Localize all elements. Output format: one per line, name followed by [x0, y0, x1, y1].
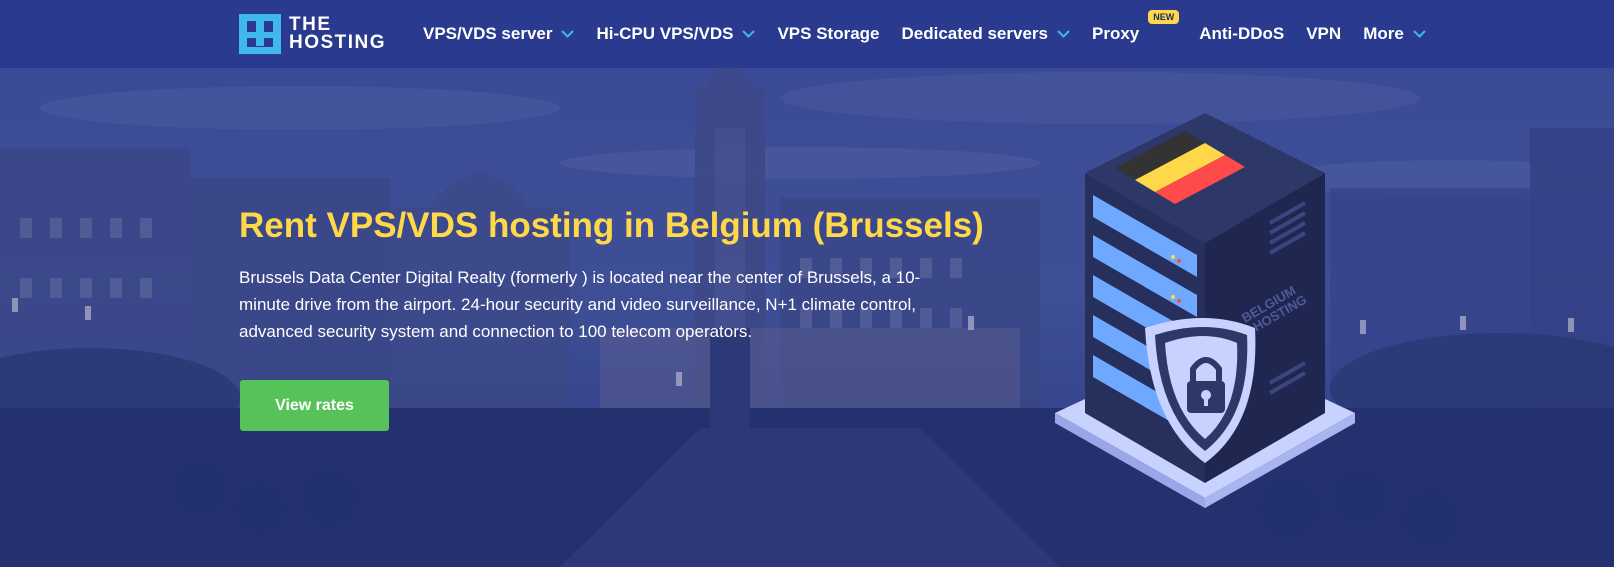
- hero-title: Rent VPS/VDS hosting in Belgium (Brussel…: [239, 206, 984, 245]
- menu-item-proxy[interactable]: Proxy NEW: [1091, 10, 1180, 44]
- chevron-down-icon: [561, 30, 575, 38]
- chevron-down-icon: [1057, 30, 1070, 38]
- menu-label: VPS/VDS server: [423, 24, 553, 43]
- menu-label: Hi-CPU VPS/VDS: [596, 24, 734, 43]
- new-badge: NEW: [1148, 10, 1180, 24]
- menu-item-anti-ddos[interactable]: Anti-DDoS: [1199, 24, 1284, 44]
- main-menu: VPS/VDS server Hi-CPU VPS/VDS VPS Storag…: [423, 0, 1448, 68]
- menu-item-dedicated-servers[interactable]: Dedicated servers: [902, 24, 1070, 44]
- hero-section: Rent VPS/VDS hosting in Belgium (Brussel…: [0, 68, 1614, 567]
- menu-item-vpn[interactable]: VPN: [1306, 24, 1341, 44]
- menu-item-hi-cpu-vps-vds[interactable]: Hi-CPU VPS/VDS: [596, 24, 756, 44]
- menu-item-vps-vds-server[interactable]: VPS/VDS server: [423, 24, 575, 44]
- top-navigation: THE HOSTING VPS/VDS server Hi-CPU VPS/VD…: [0, 0, 1614, 68]
- logo-line-2: HOSTING: [289, 32, 387, 53]
- menu-label: More: [1363, 24, 1404, 43]
- site-logo[interactable]: THE HOSTING: [239, 14, 386, 54]
- menu-label: VPS Storage: [777, 24, 880, 43]
- menu-label: Proxy: [1091, 24, 1140, 43]
- menu-item-vps-storage[interactable]: VPS Storage: [777, 24, 879, 44]
- menu-label: VPN: [1306, 24, 1342, 43]
- belgium-server-illustration: BELGIUM PQ.HOSTING: [1055, 113, 1355, 508]
- chevron-down-icon: [742, 30, 756, 38]
- menu-label: Dedicated servers: [901, 24, 1048, 43]
- view-rates-button[interactable]: View rates: [240, 380, 389, 431]
- menu-label: Anti-DDoS: [1199, 24, 1285, 43]
- logo-mark-icon: [239, 14, 281, 54]
- hero-description: Brussels Data Center Digital Realty (for…: [239, 268, 921, 341]
- menu-item-more[interactable]: More: [1363, 24, 1426, 44]
- chevron-down-icon: [1413, 30, 1426, 38]
- logo-wordmark: THE HOSTING: [289, 15, 387, 53]
